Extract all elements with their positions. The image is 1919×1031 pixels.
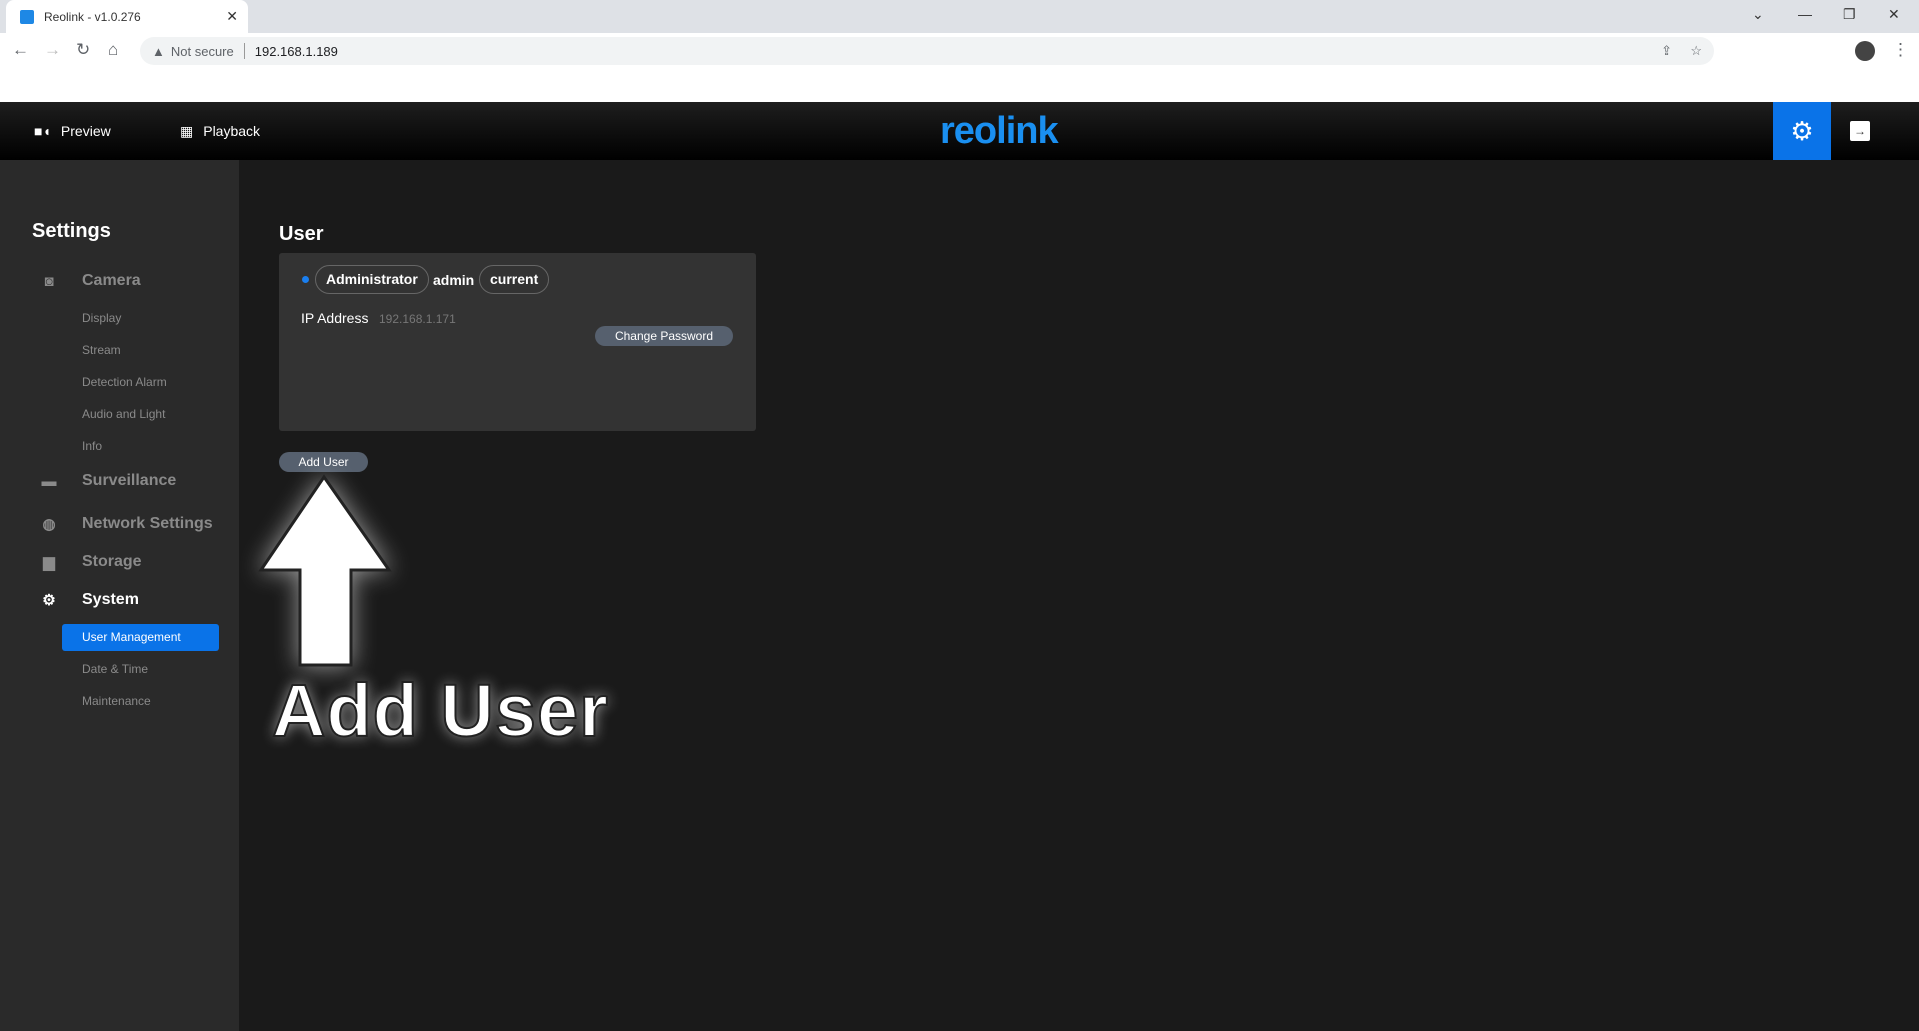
sidebar-item-display[interactable]: Display [82,311,121,325]
close-window-icon[interactable]: ✕ [1888,6,1900,23]
restore-icon[interactable]: ❐ [1843,6,1856,23]
camera-icon: ◙ [44,272,54,290]
username: admin [433,272,475,288]
minimize-icon[interactable]: — [1798,6,1812,22]
monitor-icon: ▬ [41,472,57,490]
group-label: Network Settings [82,515,213,532]
nav-playback[interactable]: ▦ Playback [180,102,260,160]
sidebar-title: Settings [32,220,111,242]
omnibox[interactable]: ▲ Not secure 192.168.1.189 ⇪ ☆ [140,37,1714,65]
reload-icon[interactable]: ↻ [76,40,90,60]
reolink-logo: reolink [940,110,1059,152]
sidebar-item-user-management[interactable]: User Management [62,624,219,651]
settings-button[interactable]: ⚙ [1773,102,1831,160]
online-dot-icon [302,276,309,283]
storage-icon: ▆ [43,554,55,571]
browser-menu-icon[interactable]: ⋮ [1892,40,1909,60]
sidebar-item-audio-light[interactable]: Audio and Light [82,407,165,421]
warning-icon: ▲ [152,43,165,59]
globe-icon: ◍ [42,516,56,533]
group-label: Storage [82,553,142,570]
sidebar-group-surveillance[interactable]: ▬ Surveillance [40,472,177,490]
sidebar-item-stream[interactable]: Stream [82,343,121,357]
annotation-text: Add User [271,668,609,753]
gear-icon: ⚙ [42,592,56,609]
sidebar-item-date-time[interactable]: Date & Time [82,662,148,676]
sidebar-item-detection-alarm[interactable]: Detection Alarm [82,375,167,389]
sidebar-item-info[interactable]: Info [82,439,102,453]
group-label: Surveillance [82,472,177,489]
current-badge: current [479,265,550,294]
tab-search-icon[interactable]: ⌄ [1752,6,1764,23]
close-tab-icon[interactable]: ✕ [226,8,238,25]
browser-tab[interactable]: Reolink - v1.0.276 ✕ [6,0,248,33]
logout-button[interactable]: → [1850,121,1870,141]
forward-icon[interactable]: → [44,40,61,60]
ip-value: 192.168.1.171 [379,312,456,326]
sidebar-group-storage[interactable]: ▆ Storage [40,553,142,571]
nav-playback-label: Playback [203,123,261,139]
share-icon[interactable]: ⇪ [1661,43,1672,59]
role-badge: Administrator [315,265,429,294]
favicon-icon [20,9,34,24]
nav-preview[interactable]: ■◖ Preview [34,102,111,160]
url-text[interactable]: 192.168.1.189 [255,44,338,59]
sidebar-item-maintenance[interactable]: Maintenance [82,694,151,708]
group-label: Camera [82,272,141,289]
bookmark-star-icon[interactable]: ☆ [1690,43,1702,59]
nav-preview-label: Preview [60,123,111,139]
tab-title: Reolink - v1.0.276 [44,9,141,24]
arrow-up-icon [258,474,392,667]
tab-strip [0,0,1919,33]
ip-label: IP Address [301,310,369,326]
gear-icon: ⚙ [1790,115,1814,146]
back-icon[interactable]: ← [12,40,29,60]
logout-icon: → [1854,124,1866,138]
sidebar-group-system[interactable]: ⚙ System [40,591,139,609]
sidebar-group-camera[interactable]: ◙ Camera [40,272,141,290]
home-icon[interactable]: ⌂ [108,40,118,60]
sidebar-group-network[interactable]: ◍ Network Settings [40,515,213,533]
change-password-button[interactable]: Change Password [595,326,733,346]
add-user-button[interactable]: Add User [279,452,368,472]
page-title: User [279,223,324,245]
film-icon: ▦ [180,122,194,139]
video-camera-icon: ■◖ [34,123,51,139]
group-label: System [82,591,139,608]
security-label[interactable]: Not secure [171,44,234,59]
profile-avatar[interactable] [1855,41,1875,61]
